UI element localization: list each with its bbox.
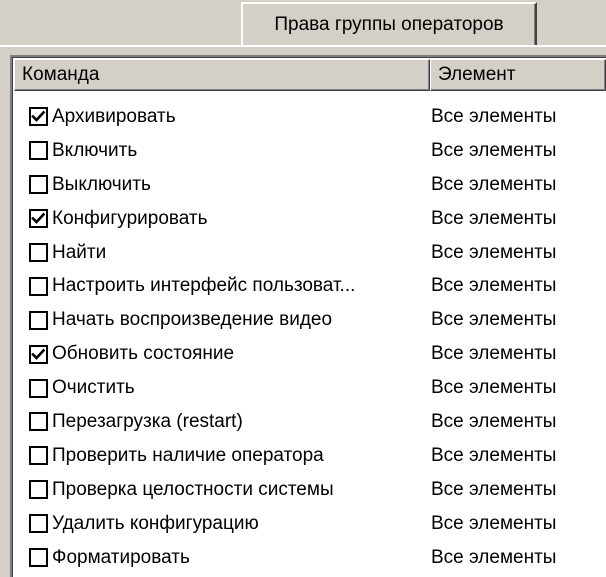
list-item[interactable]: Выключить Все элементы xyxy=(14,168,606,202)
element-cell: Все элементы xyxy=(431,444,557,466)
element-cell: Все элементы xyxy=(431,173,557,195)
element-cell: Все элементы xyxy=(431,105,557,127)
command-label: Форматировать xyxy=(52,546,190,568)
list-item[interactable]: Перезагрузка (restart) Все элементы xyxy=(14,405,606,439)
list-rows: Архивировать Все элементы Включить Все э… xyxy=(14,100,606,574)
command-cell: Очистить xyxy=(14,377,421,399)
permission-checkbox[interactable] xyxy=(29,378,48,398)
command-label: Обновить состояние xyxy=(52,343,235,365)
command-cell: Архивировать xyxy=(14,106,421,128)
command-label: Перезагрузка (restart) xyxy=(52,410,243,432)
element-cell: Все элементы xyxy=(431,207,557,229)
command-cell: Форматировать xyxy=(14,547,421,569)
element-cell: Все элементы xyxy=(431,377,557,399)
list-item[interactable]: Включить Все элементы xyxy=(14,134,606,168)
command-cell: Проверка целостности системы xyxy=(14,479,421,501)
element-cell: Все элементы xyxy=(431,343,557,365)
list-header: Команда Элемент xyxy=(14,59,606,91)
command-cell: Удалить конфигурацию xyxy=(14,513,421,535)
command-label: Архивировать xyxy=(52,105,176,127)
checkmark-icon xyxy=(31,348,46,360)
permission-checkbox[interactable] xyxy=(29,310,48,330)
command-cell: Проверить наличие оператора xyxy=(14,445,421,467)
command-label: Настроить интерфейс пользоват... xyxy=(52,275,356,297)
checkmark-icon xyxy=(31,212,46,224)
command-label: Проверить наличие оператора xyxy=(52,444,324,466)
command-cell: Включить xyxy=(14,140,421,162)
column-header-command[interactable]: Команда xyxy=(14,59,430,91)
permission-checkbox[interactable] xyxy=(29,276,48,296)
command-label: Включить xyxy=(52,139,138,161)
list-item[interactable]: Найти Все элементы xyxy=(14,236,606,270)
command-label: Выключить xyxy=(52,173,151,195)
column-header-element[interactable]: Элемент xyxy=(430,59,606,91)
command-cell: Начать воспроизведение видео xyxy=(14,309,421,331)
command-cell: Выключить xyxy=(14,174,421,196)
command-label: Удалить конфигурацию xyxy=(52,512,259,534)
command-label: Очистить xyxy=(52,377,135,399)
permission-checkbox[interactable] xyxy=(29,548,48,568)
permission-checkbox[interactable] xyxy=(29,480,48,500)
command-label: Проверка целостности системы xyxy=(52,478,334,500)
command-cell: Конфигурировать xyxy=(14,208,421,230)
tab-operator-group-rights[interactable]: Права группы операторов xyxy=(241,2,537,45)
list-item[interactable]: Архивировать Все элементы xyxy=(14,100,606,134)
permission-checkbox[interactable] xyxy=(29,209,48,229)
tab-strip: Права группы операторов xyxy=(0,0,606,47)
permission-checkbox[interactable] xyxy=(29,344,48,364)
command-label: Найти xyxy=(52,241,107,263)
command-label: Начать воспроизведение видео xyxy=(52,309,333,331)
element-cell: Все элементы xyxy=(431,410,557,432)
element-cell: Все элементы xyxy=(431,478,557,500)
permission-checkbox[interactable] xyxy=(29,107,48,127)
list-item[interactable]: Очистить Все элементы xyxy=(14,371,606,405)
list-item[interactable]: Начать воспроизведение видео Все элемент… xyxy=(14,303,606,337)
element-cell: Все элементы xyxy=(431,275,557,297)
element-cell: Все элементы xyxy=(431,139,557,161)
operator-group-rights-window: Права группы операторов Команда Элемент … xyxy=(0,0,606,577)
tab-panel: Команда Элемент Архивировать Все элемент… xyxy=(0,47,606,577)
checkmark-icon xyxy=(31,111,46,123)
command-cell: Найти xyxy=(14,242,421,264)
list-item[interactable]: Форматировать Все элементы xyxy=(14,541,606,575)
permission-checkbox[interactable] xyxy=(29,141,48,161)
command-cell: Перезагрузка (restart) xyxy=(14,411,421,433)
list-item[interactable]: Обновить состояние Все элементы xyxy=(14,337,606,371)
command-label: Конфигурировать xyxy=(52,207,208,229)
list-item[interactable]: Конфигурировать Все элементы xyxy=(14,202,606,236)
list-item[interactable]: Проверить наличие оператора Все элементы xyxy=(14,439,606,473)
permission-checkbox[interactable] xyxy=(29,446,48,466)
list-item[interactable]: Удалить конфигурацию Все элементы xyxy=(14,507,606,541)
rights-list-view: Команда Элемент Архивировать Все элемент… xyxy=(10,55,606,577)
element-cell: Все элементы xyxy=(431,512,557,534)
element-cell: Все элементы xyxy=(431,241,557,263)
list-item[interactable]: Проверка целостности системы Все элемент… xyxy=(14,473,606,507)
permission-checkbox[interactable] xyxy=(29,412,48,432)
permission-checkbox[interactable] xyxy=(29,243,48,262)
command-cell: Настроить интерфейс пользоват... xyxy=(14,275,421,297)
element-cell: Все элементы xyxy=(431,546,557,568)
permission-checkbox[interactable] xyxy=(29,514,48,534)
command-cell: Обновить состояние xyxy=(14,343,421,365)
element-cell: Все элементы xyxy=(431,309,557,331)
list-item[interactable]: Настроить интерфейс пользоват... Все эле… xyxy=(14,269,606,303)
permission-checkbox[interactable] xyxy=(29,175,48,195)
